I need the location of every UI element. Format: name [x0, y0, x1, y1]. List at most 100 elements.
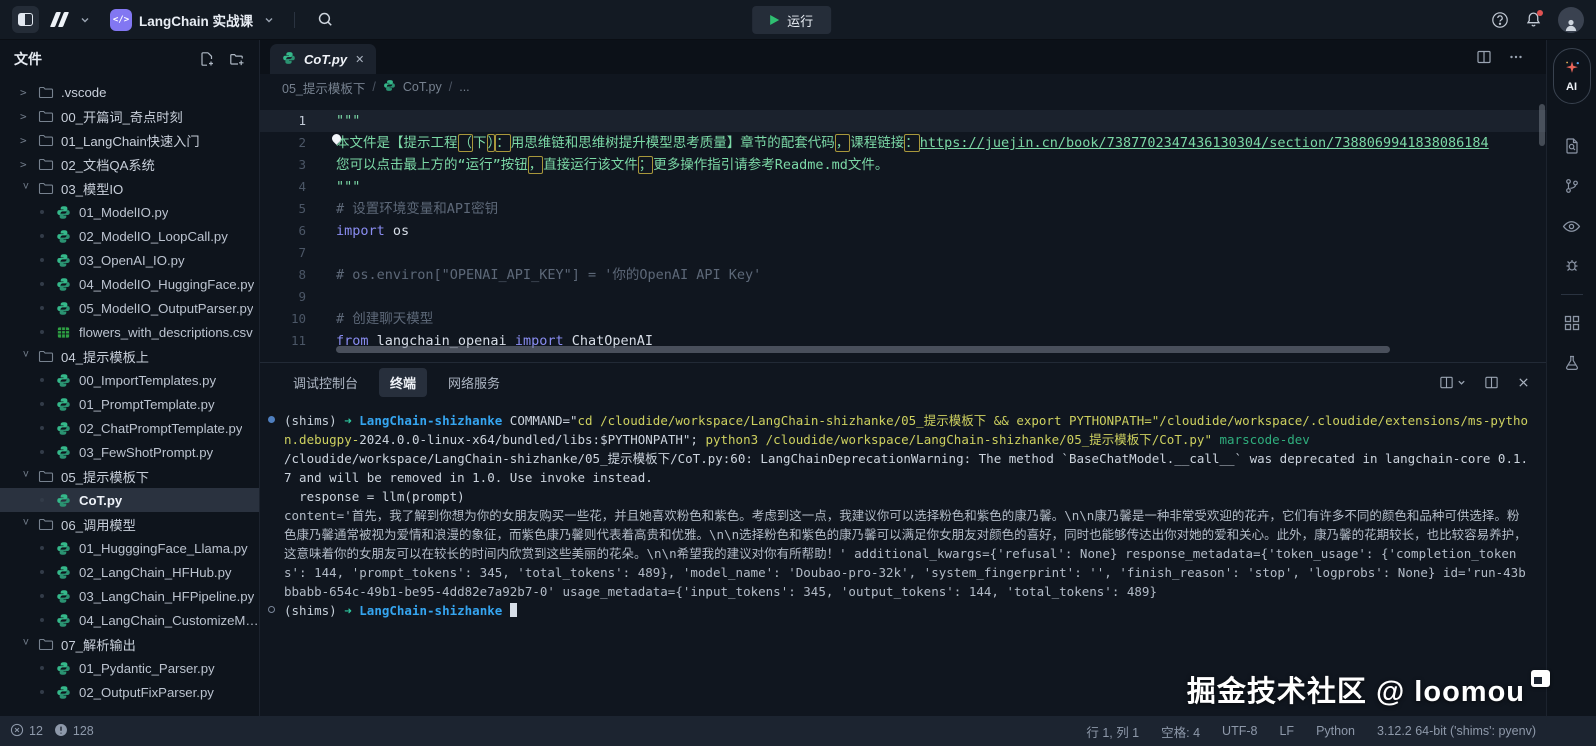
tree-item-04_ModelIO_HuggingFace.py[interactable]: 04_ModelIO_HuggingFace.py [0, 272, 259, 296]
line-number: 4 [260, 176, 306, 198]
status-item-5[interactable]: 3.12.2 64-bit ('shims': pyenv) [1377, 724, 1536, 738]
code-line[interactable]: 1""" [260, 110, 1546, 132]
horizontal-scrollbar[interactable] [336, 346, 1390, 353]
breadcrumb-file[interactable]: CoT.py [403, 80, 442, 94]
code-line[interactable]: 8# os.environ["OPENAI_API_KEY"] = '你的Ope… [260, 264, 1546, 286]
code-segment: 课程链接 [850, 135, 904, 151]
terminal-segment: COMMAND=" [510, 413, 578, 428]
tree-item-05_提示模板下[interactable]: >05_提示模板下 [0, 464, 259, 488]
tree-item-01_HugggingFace_Llama.py[interactable]: 01_HugggingFace_Llama.py [0, 536, 259, 560]
tree-item-01_ModelIO.py[interactable]: 01_ModelIO.py [0, 200, 259, 224]
chevron-down-icon[interactable] [80, 15, 90, 25]
tree-item-01_LangChain快速入门[interactable]: >01_LangChain快速入门 [0, 128, 259, 152]
warning-count: 128 [73, 724, 94, 738]
user-avatar[interactable] [1558, 7, 1584, 33]
code-line[interactable]: 5# 设置环境变量和API密钥 [260, 198, 1546, 220]
breadcrumb-folder[interactable]: 05_提示模板下 [282, 78, 365, 97]
ai-assistant-button[interactable]: AI [1553, 48, 1591, 104]
status-item-1[interactable]: 空格: 4 [1161, 722, 1200, 741]
code-line[interactable]: 9 [260, 286, 1546, 308]
tab-close-icon[interactable]: ✕ [355, 53, 364, 66]
panel-tab-调试控制台[interactable]: 调试控制台 [282, 368, 369, 397]
tree-item-01_Pydantic_Parser.py[interactable]: 01_Pydantic_Parser.py [0, 656, 259, 680]
modified-dot [40, 570, 44, 574]
modified-dot [40, 450, 44, 454]
new-file-icon[interactable] [199, 51, 215, 67]
run-button[interactable]: 运行 [752, 6, 831, 34]
extensions-icon[interactable] [1547, 303, 1596, 343]
code-line[interactable]: 7 [260, 242, 1546, 264]
more-actions-icon[interactable] [1508, 49, 1524, 65]
terminal-gutter [268, 411, 284, 449]
tree-item-02_ModelIO_LoopCall.py[interactable]: 02_ModelIO_LoopCall.py [0, 224, 259, 248]
breadcrumb: 05_提示模板下 / CoT.py / ... [260, 74, 1546, 100]
status-item-4[interactable]: Python [1316, 724, 1355, 738]
status-item-3[interactable]: LF [1279, 724, 1294, 738]
tree-item-00_ImportTemplates.py[interactable]: 00_ImportTemplates.py [0, 368, 259, 392]
split-editor-icon[interactable] [1476, 49, 1492, 65]
code-line-content: import os [336, 220, 409, 242]
notifications-bell-icon[interactable] [1525, 11, 1542, 28]
python-icon [56, 661, 72, 676]
workspace-switcher[interactable]: </> LangChain 实战课 [110, 9, 274, 31]
tree-item-01_PromptTemplate.py[interactable]: 01_PromptTemplate.py [0, 392, 259, 416]
problems-indicator[interactable]: 12 128 [10, 723, 94, 740]
tree-item-flowers_with_descriptions.csv[interactable]: flowers_with_descriptions.csv [0, 320, 259, 344]
code-segment: """ [336, 179, 360, 195]
vertical-scrollbar[interactable] [1539, 104, 1545, 146]
maximize-panel-icon[interactable] [1484, 375, 1499, 390]
tree-item-04_LangChain_CustomizeMod...[interactable]: 04_LangChain_CustomizeMod... [0, 608, 259, 632]
code-segment: 下 [473, 135, 487, 151]
tree-item-02_ChatPromptTemplate.py[interactable]: 02_ChatPromptTemplate.py [0, 416, 259, 440]
file-search-icon[interactable] [1547, 126, 1596, 166]
terminal-block: /cloudide/workspace/LangChain-shizhanke/… [268, 449, 1530, 487]
tree-item-label: 04_提示模板上 [61, 347, 149, 366]
status-item-2[interactable]: UTF-8 [1222, 724, 1257, 738]
tab-cot-py[interactable]: CoT.py ✕ [270, 44, 376, 74]
tree-item-05_ModelIO_OutputParser.py[interactable]: 05_ModelIO_OutputParser.py [0, 296, 259, 320]
split-terminal-icon[interactable] [1439, 375, 1466, 390]
tree-item-07_解析输出[interactable]: >07_解析输出 [0, 632, 259, 656]
status-item-0[interactable]: 行 1, 列 1 [1086, 722, 1139, 741]
preview-eye-icon[interactable] [1547, 206, 1596, 246]
close-panel-icon[interactable] [1517, 376, 1530, 389]
tree-item-02_LangChain_HFHub.py[interactable]: 02_LangChain_HFHub.py [0, 560, 259, 584]
code-link[interactable]: https://juejin.cn/book/73877023474361303… [920, 135, 1489, 151]
logo-m-icon[interactable] [53, 12, 66, 27]
tree-item-.vscode[interactable]: >.vscode [0, 80, 259, 104]
breadcrumb-more[interactable]: ... [459, 80, 469, 94]
sidebar-toggle-button[interactable] [12, 6, 39, 33]
code-line[interactable]: 6import os [260, 220, 1546, 242]
file-tree: >.vscode>00_开篇词_奇点时刻>01_LangChain快速入门>02… [0, 78, 259, 716]
tree-item-03_LangChain_HFPipeline.py[interactable]: 03_LangChain_HFPipeline.py [0, 584, 259, 608]
tree-item-03_OpenAI_IO.py[interactable]: 03_OpenAI_IO.py [0, 248, 259, 272]
code-editor[interactable]: 1"""2本文件是【提示工程（下）：用思维链和思维树提升模型思考质量】章节的配套… [260, 100, 1546, 362]
panel-tab-网络服务[interactable]: 网络服务 [437, 368, 511, 397]
tree-item-03_FewShotPrompt.py[interactable]: 03_FewShotPrompt.py [0, 440, 259, 464]
terminal[interactable]: (shims) ➜ LangChain-shizhanke COMMAND="c… [260, 401, 1546, 716]
code-line[interactable]: 10# 创建聊天模型 [260, 308, 1546, 330]
tree-item-02_文档QA系统[interactable]: >02_文档QA系统 [0, 152, 259, 176]
tree-item-CoT.py[interactable]: CoT.py [0, 488, 259, 512]
source-control-icon[interactable] [1547, 166, 1596, 206]
tree-item-04_提示模板上[interactable]: >04_提示模板上 [0, 344, 259, 368]
search-icon[interactable] [317, 11, 334, 28]
csv-icon [56, 325, 72, 340]
tree-item-02_OutputFixParser.py[interactable]: 02_OutputFixParser.py [0, 680, 259, 704]
code-line[interactable]: 2本文件是【提示工程（下）：用思维链和思维树提升模型思考质量】章节的配套代码，课… [260, 132, 1546, 154]
tree-item-06_调用模型[interactable]: >06_调用模型 [0, 512, 259, 536]
panel-tab-终端[interactable]: 终端 [379, 368, 427, 397]
chevron-icon: > [20, 158, 32, 171]
help-icon[interactable] [1491, 11, 1509, 29]
code-line[interactable]: 3您可以点击最上方的“运行”按钮，直接运行该文件；更多操作指引请参考Readme… [260, 154, 1546, 176]
new-folder-icon[interactable] [229, 51, 245, 67]
terminal-text: response = llm(prompt) [284, 487, 1530, 506]
debug-bug-icon[interactable] [1547, 246, 1596, 286]
tree-item-00_开篇词_奇点时刻[interactable]: >00_开篇词_奇点时刻 [0, 104, 259, 128]
test-flask-icon[interactable] [1547, 343, 1596, 383]
code-segment: ） [487, 134, 496, 152]
code-line[interactable]: 4 """ [260, 176, 1546, 198]
chevron-icon: > [20, 86, 32, 99]
terminal-segment: LangChain-shizhanke [359, 603, 510, 618]
tree-item-03_模型IO[interactable]: >03_模型IO [0, 176, 259, 200]
